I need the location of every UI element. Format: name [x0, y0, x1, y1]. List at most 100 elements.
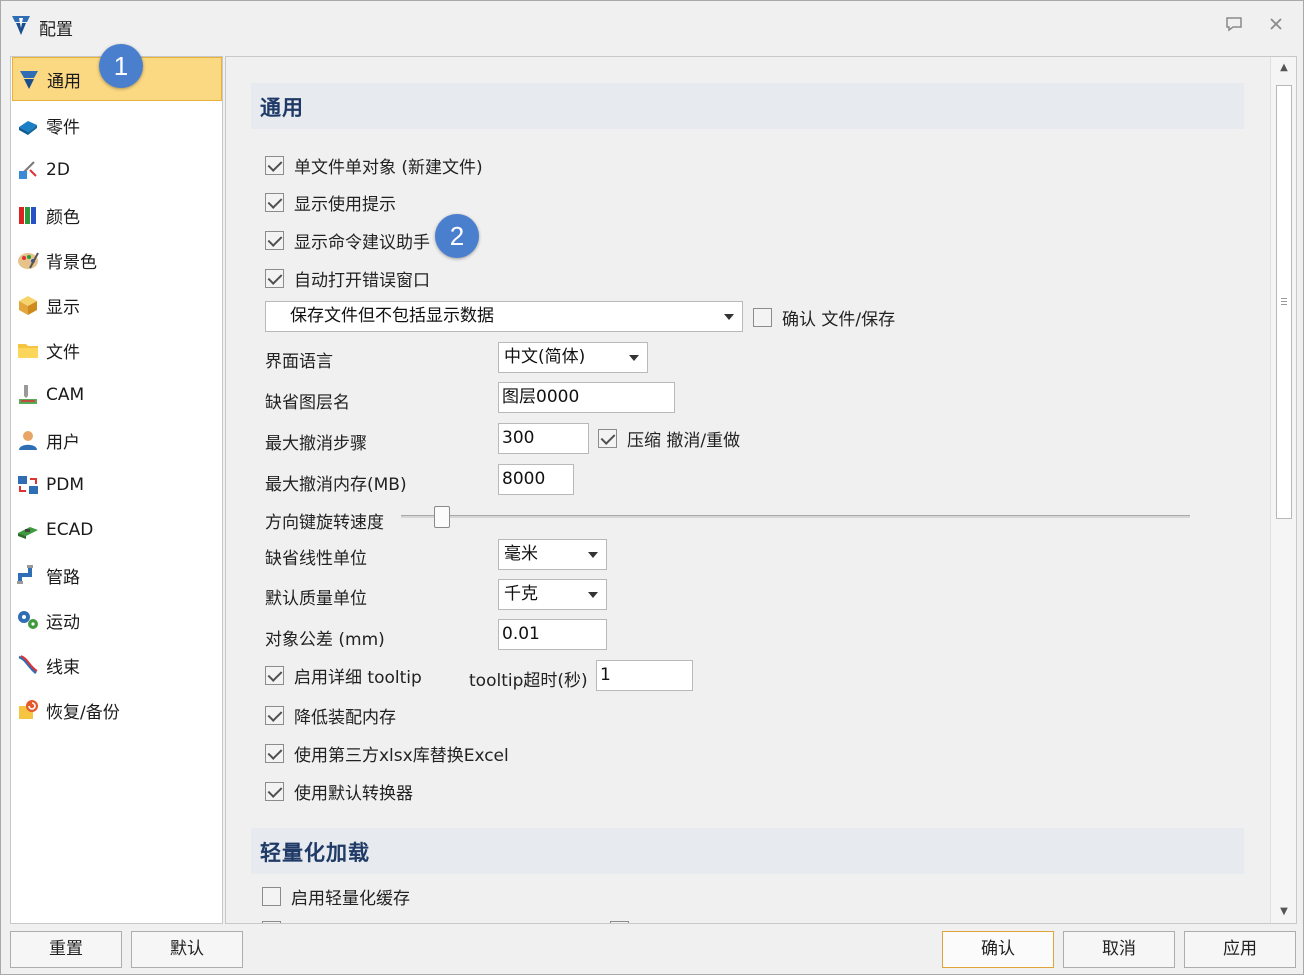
sidebar-item-part[interactable]: 零件: [12, 103, 222, 147]
enable-lightweight-cache-option[interactable]: 启用轻量化缓存: [262, 881, 410, 911]
default-layer-input[interactable]: 图层0000: [498, 382, 675, 413]
confirm-save-option[interactable]: 确认 文件/保存: [753, 302, 895, 332]
annotation-badge-1: 1: [99, 44, 143, 88]
sidebar-item-label: 通用: [47, 71, 81, 92]
object-tolerance-input[interactable]: 0.01: [498, 619, 607, 650]
default-linear-unit-label: 缺省线性单位: [265, 549, 367, 569]
general-icon: [20, 71, 38, 89]
chevron-down-icon: [724, 314, 734, 320]
folder-icon: [18, 344, 38, 358]
show-tips-checkbox[interactable]: [265, 192, 284, 212]
section-title: 轻量化加载: [260, 841, 370, 865]
default-layer-label: 缺省图层名: [265, 393, 350, 413]
use-default-converter-checkbox[interactable]: [265, 781, 284, 801]
detailed-tooltip-checkbox[interactable]: [265, 665, 284, 685]
scrollbar-thumb[interactable]: [1276, 85, 1292, 519]
arrow-rotate-speed-slider[interactable]: [401, 515, 1190, 518]
apply-button[interactable]: 应用: [1184, 931, 1296, 968]
wire-harness-icon: [18, 655, 38, 674]
background-color-icon: [18, 252, 39, 269]
default-button[interactable]: 默认: [131, 931, 243, 968]
reduce-assembly-memory-checkbox[interactable]: [265, 705, 284, 725]
max-undo-steps-input[interactable]: 300: [498, 423, 589, 454]
settings-panel: 通用 单文件单对象 (新建文件) 显示使用提示 显示命令建议助手 自动打开错误窗…: [225, 56, 1297, 924]
partial-checkbox[interactable]: [262, 921, 281, 923]
title-bar: 配置: [1, 1, 1303, 51]
cancel-button[interactable]: 取消: [1063, 931, 1175, 968]
sidebar-item-motion[interactable]: 运动: [12, 598, 222, 642]
color-icon: [19, 207, 36, 224]
confirm-save-checkbox[interactable]: [753, 307, 772, 327]
restore-backup-icon: [19, 700, 38, 719]
reset-button[interactable]: 重置: [10, 931, 122, 968]
sidebar-item-color[interactable]: 颜色: [12, 193, 222, 237]
save-mode-select[interactable]: 保存文件但不包括显示数据: [265, 301, 743, 332]
reduce-assembly-memory-option[interactable]: 降低装配内存: [265, 700, 396, 730]
sidebar-item-cam[interactable]: CAM: [12, 373, 222, 417]
sidebar-item-display[interactable]: 显示: [12, 283, 222, 327]
tooltip-timeout-input[interactable]: 1: [596, 660, 693, 691]
use-xlsx-lib-option[interactable]: 使用第三方xlsx库替换Excel: [265, 738, 509, 768]
single-doc-checkbox[interactable]: [265, 155, 284, 175]
arrow-rotate-speed-label: 方向键旋转速度: [265, 513, 384, 533]
max-undo-memory-input[interactable]: 8000: [498, 464, 574, 495]
sidebar-item-pdm[interactable]: PDM: [12, 463, 222, 507]
compress-undo-option[interactable]: 压缩 撤消/重做: [598, 423, 740, 453]
ok-button[interactable]: 确认: [942, 931, 1054, 968]
sidebar-item-piping[interactable]: 管路: [12, 553, 222, 597]
enable-lightweight-cache-checkbox[interactable]: [262, 886, 281, 906]
max-undo-memory-label: 最大撤消内存(MB): [265, 475, 407, 495]
object-tolerance-label: 对象公差 (mm): [265, 630, 385, 650]
annotation-badge-2: 2: [435, 214, 479, 258]
app-logo-icon: [12, 16, 30, 35]
show-tips-option[interactable]: 显示使用提示: [265, 187, 396, 217]
motion-icon: [18, 611, 38, 629]
auto-error-window-option[interactable]: 自动打开错误窗口: [265, 263, 430, 293]
default-mass-unit-label: 默认质量单位: [265, 589, 367, 609]
scroll-down-icon[interactable]: ▼: [1271, 901, 1296, 923]
slider-handle[interactable]: [434, 506, 450, 528]
max-undo-steps-label: 最大撤消步骤: [265, 434, 367, 454]
use-xlsx-lib-checkbox[interactable]: [265, 743, 284, 763]
feedback-icon[interactable]: [1223, 14, 1245, 36]
ui-language-select[interactable]: 中文(简体): [498, 342, 648, 373]
chevron-down-icon: [588, 552, 598, 558]
vertical-scrollbar[interactable]: ▲ ▼: [1270, 57, 1296, 923]
use-default-converter-option[interactable]: 使用默认转换器: [265, 776, 413, 806]
show-cmd-assistant-option[interactable]: 显示命令建议助手: [265, 225, 430, 255]
single-doc-option[interactable]: 单文件单对象 (新建文件): [265, 150, 483, 180]
show-cmd-assistant-checkbox[interactable]: [265, 230, 284, 250]
pdm-icon: [18, 476, 38, 494]
part-icon: [19, 121, 37, 135]
section-title: 通用: [260, 96, 304, 120]
detailed-tooltip-option[interactable]: 启用详细 tooltip: [265, 660, 422, 690]
sidebar-item-wire-harness[interactable]: 线束: [12, 643, 222, 687]
sidebar-item-ecad[interactable]: ECAD: [12, 508, 222, 552]
cam-icon: [19, 385, 37, 404]
chevron-down-icon: [629, 355, 639, 361]
display-icon: [19, 296, 37, 315]
sidebar-item-background-color[interactable]: 背景色: [12, 238, 222, 282]
sidebar-item-file[interactable]: 文件: [12, 328, 222, 372]
default-mass-unit-select[interactable]: 千克: [498, 579, 607, 610]
ui-language-label: 界面语言: [265, 352, 333, 372]
partial-checkbox[interactable]: [610, 921, 629, 923]
section-header-general: 通用: [251, 83, 1244, 129]
category-sidebar: 通用 零件 2D 颜色 背景色 显示 文件 CAM 用户 PDM ECAD 管路…: [10, 56, 223, 924]
ecad-icon: [18, 527, 38, 539]
piping-icon: [17, 565, 33, 584]
sidebar-item-restore-backup[interactable]: 恢复/备份: [12, 688, 222, 732]
window-title: 配置: [39, 20, 73, 40]
auto-error-window-checkbox[interactable]: [265, 268, 284, 288]
scroll-up-icon[interactable]: ▲: [1271, 57, 1296, 79]
compress-undo-checkbox[interactable]: [598, 428, 617, 448]
user-icon: [19, 431, 37, 450]
sidebar-item-2d[interactable]: 2D: [12, 148, 222, 192]
sidebar-item-user[interactable]: 用户: [12, 418, 222, 462]
close-icon[interactable]: [1265, 14, 1287, 36]
default-linear-unit-select[interactable]: 毫米: [498, 539, 607, 570]
settings-content: 通用 单文件单对象 (新建文件) 显示使用提示 显示命令建议助手 自动打开错误窗…: [226, 57, 1270, 923]
config-dialog: 配置 通用 零件 2D 颜色 背景色 显示 文件 CAM 用户 PDM ECAD…: [0, 0, 1304, 975]
section-header-lightweight: 轻量化加载: [251, 828, 1244, 874]
tooltip-timeout-label: tooltip超时(秒): [469, 671, 588, 691]
